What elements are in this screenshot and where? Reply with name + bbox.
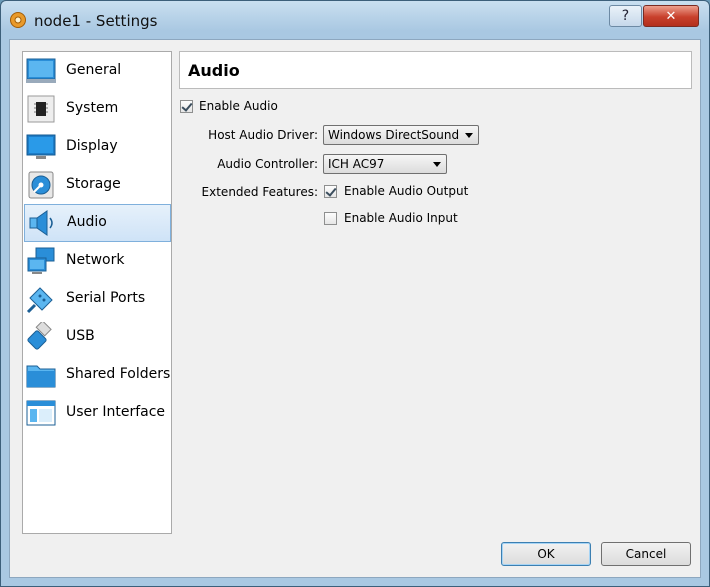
audio-icon — [29, 210, 53, 236]
user-interface-icon — [26, 400, 56, 426]
title-bar[interactable]: node1 - Settings ? ✕ — [1, 1, 709, 39]
sidebar-item-label: General — [66, 62, 122, 78]
storage-icon — [28, 171, 54, 199]
sidebar-item-label: User Interface — [66, 404, 166, 420]
page-title: Audio — [188, 61, 240, 80]
help-icon: ? — [621, 8, 630, 24]
sidebar-item-usb[interactable]: USB — [23, 318, 171, 356]
enable-audio-output-row[interactable]: Enable Audio Output — [324, 184, 468, 198]
dialog-client-area: General System Display Storage Audio Net… — [9, 39, 701, 578]
help-button[interactable]: ? — [609, 5, 642, 27]
sidebar-item-storage[interactable]: Storage — [23, 166, 171, 204]
sidebar-item-serial-ports[interactable]: Serial Ports — [23, 280, 171, 318]
sidebar-item-label: USB — [66, 328, 95, 344]
sidebar-item-label: Audio — [67, 214, 107, 230]
shared-folders-icon — [26, 365, 56, 388]
enable-audio-input-label[interactable]: Enable Audio Input — [344, 211, 458, 225]
sidebar-item-audio[interactable]: Audio — [24, 204, 171, 242]
enable-audio-output-checkbox[interactable] — [324, 184, 337, 198]
window-title: node1 - Settings — [34, 12, 158, 30]
enable-audio-input-checkbox[interactable] — [324, 211, 337, 225]
enable-audio-row[interactable]: Enable Audio — [180, 99, 278, 113]
settings-window: node1 - Settings ? ✕ General System Disp… — [0, 0, 710, 587]
audio-controller-select[interactable]: ICH AC97 — [323, 154, 447, 174]
dropdown-arrow-icon — [465, 133, 473, 138]
sidebar-item-label: Network — [66, 252, 125, 268]
ok-button[interactable]: OK — [501, 542, 591, 566]
host-audio-driver-label: Host Audio Driver: — [208, 128, 318, 142]
usb-icon — [27, 322, 52, 350]
network-icon — [27, 247, 55, 274]
sidebar-item-user-interface[interactable]: User Interface — [23, 394, 171, 432]
sidebar-item-label: Storage — [66, 176, 121, 192]
close-button[interactable]: ✕ — [643, 5, 699, 27]
page-header: Audio — [179, 51, 692, 89]
serial-ports-icon — [26, 287, 53, 314]
enable-audio-input-row[interactable]: Enable Audio Input — [324, 211, 458, 225]
sidebar-item-general[interactable]: General — [23, 52, 171, 90]
enable-audio-checkbox[interactable] — [180, 99, 193, 113]
cancel-button[interactable]: Cancel — [601, 542, 691, 566]
sidebar-item-system[interactable]: System — [23, 90, 171, 128]
host-audio-driver-value: Windows DirectSound — [328, 128, 460, 142]
general-icon — [26, 58, 56, 83]
display-icon — [26, 134, 56, 159]
settings-sidebar: General System Display Storage Audio Net… — [22, 51, 172, 534]
app-gear-icon — [10, 12, 26, 28]
close-icon: ✕ — [665, 8, 677, 24]
sidebar-item-display[interactable]: Display — [23, 128, 171, 166]
extended-features-label: Extended Features: — [201, 185, 318, 199]
dropdown-arrow-icon — [433, 162, 441, 167]
enable-audio-output-label[interactable]: Enable Audio Output — [344, 184, 468, 198]
enable-audio-label[interactable]: Enable Audio — [199, 99, 278, 113]
audio-controller-label: Audio Controller: — [217, 157, 318, 171]
system-icon — [27, 95, 55, 123]
audio-controller-value: ICH AC97 — [328, 157, 385, 171]
sidebar-item-network[interactable]: Network — [23, 242, 171, 280]
sidebar-item-label: Serial Ports — [66, 290, 146, 306]
host-audio-driver-select[interactable]: Windows DirectSound — [323, 125, 479, 145]
sidebar-item-label: Display — [66, 138, 118, 154]
sidebar-item-label: Shared Folders — [66, 366, 171, 382]
sidebar-item-shared-folders[interactable]: Shared Folders — [23, 356, 171, 394]
sidebar-item-label: System — [66, 100, 119, 116]
